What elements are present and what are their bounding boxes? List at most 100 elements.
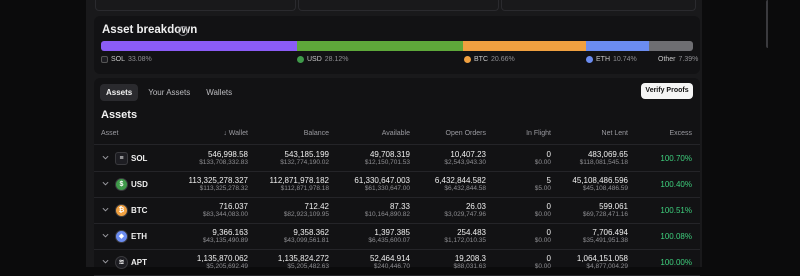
table-row[interactable]: ◆ ETH 9,366.163 $43,135,490.89 9,358.362 … <box>94 224 700 249</box>
breakdown-segment-sol <box>101 41 297 51</box>
chevron-down-icon[interactable] <box>102 232 109 239</box>
table-row[interactable]: ≡ SOL 546,998.58 $133,708,332.83 543,185.… <box>94 146 700 171</box>
usd-icon: $ <box>115 178 128 191</box>
legend-pct: 33.08% <box>128 56 152 63</box>
cell-usd: $132,774,190.02 <box>280 159 329 166</box>
cell-available: 52,464.914 $240,446.70 <box>370 254 410 271</box>
breakdown-segment-btc <box>463 41 586 51</box>
cell-usd: $10,164,890.82 <box>364 211 410 218</box>
divider <box>94 144 700 145</box>
cell-value: 0 <box>546 228 551 237</box>
cell-excess: 100.40% <box>660 180 692 189</box>
cell-excess: 100.70% <box>660 154 692 163</box>
btc-icon <box>464 56 471 63</box>
cell-in-flight: 0 $0.00 <box>535 254 551 271</box>
cell-usd: $88,031.63 <box>453 263 486 270</box>
col-net-lent[interactable]: Net Lent <box>602 130 628 137</box>
asset-symbol: APT <box>131 258 147 267</box>
cell-value: 19,208.3 <box>454 254 486 263</box>
cell-open-orders: 254.483 $1,172,010.35 <box>444 228 486 245</box>
asset-symbol: USD <box>131 180 148 189</box>
asset-symbol: ETH <box>131 232 147 241</box>
cell-value: 26.03 <box>465 202 486 211</box>
cell-open-orders: 10,407.23 $2,543,943.30 <box>444 150 486 167</box>
asset-symbol: SOL <box>131 154 148 163</box>
col-excess[interactable]: Excess <box>669 130 692 137</box>
tab-your-assets[interactable]: Your Assets <box>142 84 196 101</box>
col-available[interactable]: Available <box>382 130 410 137</box>
legend-label: BTC <box>474 56 488 63</box>
cell-usd: $5,205,692.49 <box>206 263 248 270</box>
cell-usd: $45,108,486.59 <box>582 185 628 192</box>
cell-in-flight: 0 $0.00 <box>535 228 551 245</box>
cell-value: 1,064,151.058 <box>576 254 628 263</box>
summary-card <box>298 0 499 11</box>
breakdown-segment-other <box>649 41 693 51</box>
cell-value: 1,135,824.272 <box>277 254 329 263</box>
apt-icon: ≋ <box>115 256 128 269</box>
cell-wallet: 113,325,278.327 $113,325,278.32 <box>189 176 248 193</box>
chevron-down-icon[interactable] <box>102 206 109 213</box>
col-open-orders[interactable]: Open Orders <box>446 130 486 137</box>
cell-open-orders: 26.03 $3,029,747.96 <box>444 202 486 219</box>
table-row[interactable]: ≋ APT 1,135,870.062 $5,205,692.49 1,135,8… <box>94 250 700 275</box>
col-asset[interactable]: Asset <box>101 130 119 137</box>
cell-value: 543,185.199 <box>284 150 330 159</box>
cell-usd: $5,205,482.63 <box>287 263 329 270</box>
info-icon[interactable]: i <box>178 26 188 36</box>
summary-cards-bottom-edge <box>95 0 696 11</box>
legend-pct: 28.12% <box>324 56 349 63</box>
tab-wallets[interactable]: Wallets <box>200 84 238 101</box>
legend-pct: 10.74% <box>613 56 637 63</box>
cell-usd: $4,877,004.29 <box>586 263 628 270</box>
table-row[interactable]: ₿ BTC 716.037 $83,344,083.00 712.42 $82,9… <box>94 198 700 223</box>
chevron-down-icon[interactable] <box>102 180 109 187</box>
cell-usd: $82,923,109.95 <box>283 211 329 218</box>
right-gutter <box>768 0 800 267</box>
cell-value: 49,708.319 <box>369 150 410 159</box>
legend-item-eth: ETH 10.74% <box>586 56 637 63</box>
cell-open-orders: 19,208.3 $88,031.63 <box>453 254 486 271</box>
cell-value: 5 <box>546 176 551 185</box>
cell-usd: $118,081,545.18 <box>579 159 628 166</box>
legend-label: Other <box>658 56 676 63</box>
cell-net-lent: 483,069.65 $118,081,545.18 <box>580 150 628 167</box>
cell-usd: $35,491,951.38 <box>582 237 628 244</box>
asset-breakdown-card: Asset breakdown i SOL 33.08% USD 28.12% … <box>94 16 700 74</box>
cell-value: 0 <box>546 150 551 159</box>
col-balance[interactable]: Balance <box>304 130 329 137</box>
legend-label: USD <box>307 56 322 63</box>
cell-in-flight: 0 $0.00 <box>535 150 551 167</box>
cell-usd: $61,330,647.00 <box>364 185 410 192</box>
chevron-down-icon[interactable] <box>102 258 109 265</box>
cell-value: 9,366.163 <box>212 228 248 237</box>
cell-usd: $1,172,010.35 <box>444 237 486 244</box>
assets-card: Assets Your Assets Wallets Verify Proofs… <box>94 78 700 276</box>
breakdown-segment-eth <box>585 41 650 51</box>
verify-proofs-button[interactable]: Verify Proofs <box>641 83 693 99</box>
eth-icon <box>586 56 593 63</box>
usd-icon <box>297 56 304 63</box>
table-row[interactable]: $ USD 113,325,278.327 $113,325,278.32 112… <box>94 172 700 197</box>
col-in-flight[interactable]: In Flight <box>526 130 551 137</box>
chevron-down-icon[interactable] <box>102 154 109 161</box>
tab-assets[interactable]: Assets <box>100 84 139 101</box>
col-wallet[interactable]: ↓ Wallet <box>223 130 248 137</box>
cell-usd: $3,029,747.96 <box>444 211 486 218</box>
cell-value: 87.33 <box>389 202 410 211</box>
left-gutter <box>0 0 32 267</box>
cell-net-lent: 1,064,151.058 $4,877,004.29 <box>577 254 628 271</box>
cell-value: 45,108,486.596 <box>572 176 628 185</box>
cell-value: 61,330,647.003 <box>354 176 410 185</box>
cell-value: 254.483 <box>457 228 486 237</box>
cell-value: 0 <box>546 202 551 211</box>
cell-usd: $83,344,083.00 <box>202 211 248 218</box>
legend-label: ETH <box>596 56 610 63</box>
cell-balance: 543,185.199 $132,774,190.02 <box>280 150 329 167</box>
legend-item-other: Other 7.39% <box>658 56 698 63</box>
cell-value: 712.42 <box>304 202 329 211</box>
cell-usd: $69,728,471.16 <box>582 211 628 218</box>
eth-icon: ◆ <box>115 230 128 243</box>
cell-wallet: 9,366.163 $43,135,490.89 <box>203 228 248 245</box>
cell-value: 6,432,844.582 <box>434 176 486 185</box>
